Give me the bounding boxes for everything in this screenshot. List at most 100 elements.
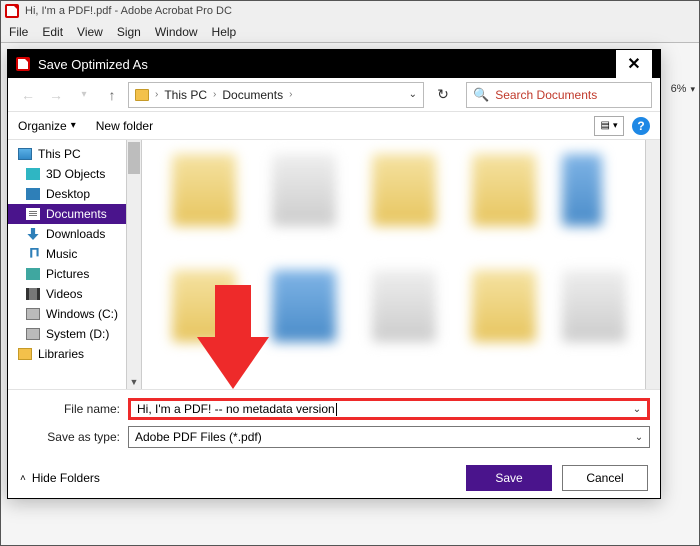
toolbar-row: Organize ▾ New folder ▤ ▾ ? — [8, 112, 660, 140]
tree-item-label: This PC — [38, 147, 81, 161]
tree-item-label: Desktop — [46, 187, 90, 201]
3d-icon — [26, 168, 40, 180]
menu-view[interactable]: View — [77, 25, 103, 39]
tree-item-label: 3D Objects — [46, 167, 105, 181]
music-icon — [26, 248, 40, 260]
annotation-arrow — [197, 285, 269, 389]
tree-item-libraries[interactable]: Libraries — [8, 344, 141, 364]
forward-button[interactable]: → — [44, 83, 68, 107]
dialog-title-bar[interactable]: Save Optimized As ✕ — [8, 50, 660, 78]
address-dropdown[interactable]: ⌄ — [409, 89, 417, 100]
tree-item-music[interactable]: Music — [8, 244, 141, 264]
view-icon: ▤ — [601, 120, 610, 131]
scroll-down-icon[interactable]: ▼ — [127, 375, 141, 389]
new-folder-button[interactable]: New folder — [96, 119, 153, 133]
dl-icon — [26, 228, 40, 240]
zoom-indicator[interactable]: 6% ▾ — [671, 83, 695, 95]
menu-file[interactable]: File — [9, 25, 28, 39]
file-thumbnail[interactable] — [472, 154, 536, 226]
hide-folders-button[interactable]: ˄ Hide Folders — [20, 471, 100, 485]
tree-item-label: Downloads — [46, 227, 105, 241]
filetype-label: Save as type: — [18, 430, 128, 444]
app-title-text: Hi, I'm a PDF!.pdf - Adobe Acrobat Pro D… — [25, 5, 232, 17]
chevron-down-icon: ▾ — [690, 84, 695, 95]
chevron-right-icon: › — [289, 89, 292, 100]
file-thumbnail[interactable] — [272, 270, 336, 342]
zoom-value: 6% — [671, 83, 687, 95]
tree-item-label: Libraries — [38, 347, 84, 361]
menu-bar: File Edit View Sign Window Help — [1, 21, 699, 43]
chevron-down-icon: ▾ — [71, 120, 76, 131]
pc-icon — [18, 148, 32, 160]
view-mode-button[interactable]: ▤ ▾ — [594, 116, 624, 136]
vid-icon — [26, 288, 40, 300]
address-bar[interactable]: › This PC › Documents › ⌄ — [128, 82, 424, 108]
filename-label: File name: — [18, 402, 128, 416]
tree-item-label: Documents — [46, 207, 107, 221]
menu-window[interactable]: Window — [155, 25, 198, 39]
file-thumbnail[interactable] — [372, 154, 436, 226]
pic-icon — [26, 268, 40, 280]
refresh-button[interactable]: ↻ — [430, 82, 456, 108]
menu-help[interactable]: Help — [212, 25, 237, 39]
tree-item-label: Music — [46, 247, 77, 261]
help-button[interactable]: ? — [632, 117, 650, 135]
app-title-bar: Hi, I'm a PDF!.pdf - Adobe Acrobat Pro D… — [1, 1, 699, 21]
cancel-button[interactable]: Cancel — [562, 465, 648, 491]
search-icon: 🔍 — [473, 87, 489, 103]
dialog-body: This PC 3D Objects Desktop Documents Downloa… — [8, 140, 660, 390]
filetype-select[interactable]: Adobe PDF Files (*.pdf) ⌄ — [128, 426, 650, 448]
tree-item-downloads[interactable]: Downloads — [8, 224, 141, 244]
file-thumbnail[interactable] — [562, 154, 602, 226]
nav-row: ← → ▾ ↑ › This PC › Documents › ⌄ ↻ 🔍 Se… — [8, 78, 660, 112]
tree-item-pictures[interactable]: Pictures — [8, 264, 141, 284]
filename-value: Hi, I'm a PDF! -- no metadata version — [137, 402, 337, 416]
tree-item-label: Videos — [46, 287, 82, 301]
save-button[interactable]: Save — [466, 465, 552, 491]
tree-item-label: Pictures — [46, 267, 89, 281]
chevron-right-icon: › — [213, 89, 216, 100]
breadcrumb-root[interactable]: This PC — [164, 88, 207, 102]
filetype-dropdown[interactable]: ⌄ — [631, 429, 647, 445]
recent-dropdown[interactable]: ▾ — [72, 83, 96, 107]
tree-item-label: System (D:) — [46, 327, 109, 341]
search-box[interactable]: 🔍 Search Documents — [466, 82, 652, 108]
tree-item-3d-objects[interactable]: 3D Objects — [8, 164, 141, 184]
file-thumbnail[interactable] — [372, 270, 436, 342]
back-button[interactable]: ← — [16, 83, 40, 107]
filename-input[interactable]: Hi, I'm a PDF! -- no metadata version ⌄ — [128, 398, 650, 420]
tree-item-desktop[interactable]: Desktop — [8, 184, 141, 204]
folder-tree: This PC 3D Objects Desktop Documents Downloa… — [8, 140, 142, 389]
tree-item-this-pc[interactable]: This PC — [8, 144, 141, 164]
tree-scrollbar[interactable]: ▲ ▼ — [126, 140, 141, 389]
file-thumbnail[interactable] — [272, 154, 336, 226]
tree-item-system-d-[interactable]: System (D:) — [8, 324, 141, 344]
lib-icon — [18, 348, 32, 360]
chevron-up-icon: ˄ — [20, 473, 26, 484]
chevron-down-icon: ▾ — [613, 120, 618, 131]
organize-button[interactable]: Organize ▾ — [18, 119, 76, 133]
file-thumbnail[interactable] — [172, 154, 236, 226]
close-button[interactable]: ✕ — [616, 50, 652, 78]
up-button[interactable]: ↑ — [100, 83, 124, 107]
dialog-title-text: Save Optimized As — [38, 57, 148, 72]
tree-item-videos[interactable]: Videos — [8, 284, 141, 304]
filetype-value: Adobe PDF Files (*.pdf) — [135, 430, 262, 444]
filename-dropdown[interactable]: ⌄ — [629, 403, 645, 415]
breadcrumb-folder[interactable]: Documents — [222, 88, 283, 102]
tree-item-label: Windows (C:) — [46, 307, 118, 321]
search-placeholder: Search Documents — [495, 88, 597, 102]
folder-icon — [135, 89, 149, 101]
doc-icon — [26, 208, 40, 220]
tree-item-documents[interactable]: Documents — [8, 204, 141, 224]
file-thumbnail[interactable] — [472, 270, 536, 342]
menu-sign[interactable]: Sign — [117, 25, 141, 39]
tree-item-windows-c-[interactable]: Windows (C:) — [8, 304, 141, 324]
menu-edit[interactable]: Edit — [42, 25, 63, 39]
pdf-icon — [16, 57, 30, 71]
pdf-app-icon — [5, 4, 19, 18]
scroll-thumb[interactable] — [128, 142, 140, 174]
file-thumbnail[interactable] — [562, 270, 626, 342]
files-scrollbar[interactable] — [645, 140, 660, 389]
drive-icon — [26, 308, 40, 320]
